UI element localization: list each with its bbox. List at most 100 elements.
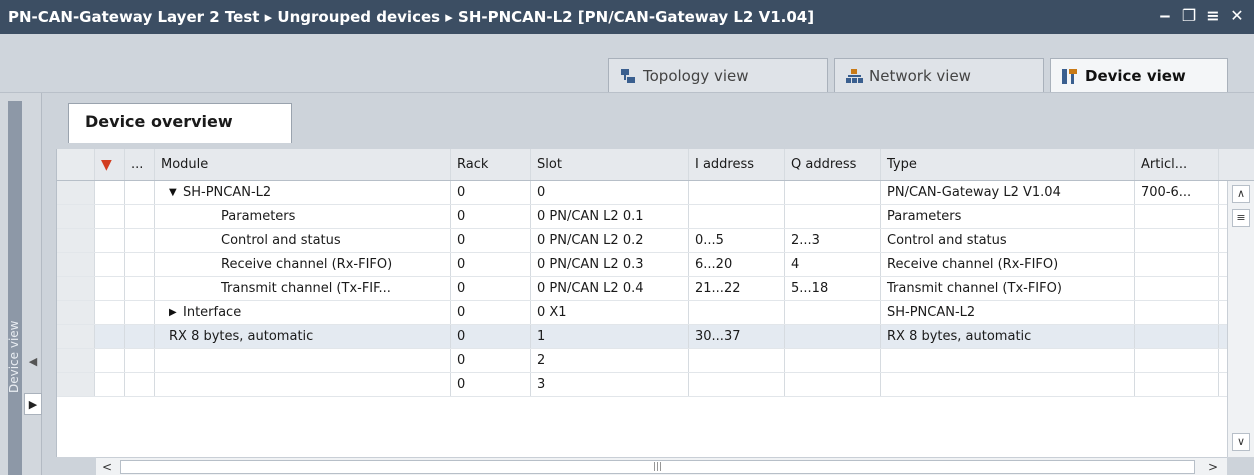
row-status bbox=[95, 253, 125, 276]
row-select bbox=[57, 349, 95, 372]
table-row[interactable]: 03 bbox=[57, 373, 1254, 397]
wrench-icon[interactable]: ▼ bbox=[95, 149, 125, 180]
module-name: Interface bbox=[183, 305, 242, 320]
cell-i-address bbox=[689, 205, 785, 228]
cell-type: PN/CAN-Gateway L2 V1.04 bbox=[881, 181, 1135, 204]
scroll-left-button[interactable]: < bbox=[98, 459, 116, 475]
cell-i-address: 21...22 bbox=[689, 277, 785, 300]
cell-article bbox=[1135, 229, 1219, 252]
cell-article bbox=[1135, 325, 1219, 348]
cell-module[interactable]: Receive channel (Rx-FIFO) bbox=[155, 253, 451, 276]
cell-module[interactable]: Transmit channel (Tx-FIF... bbox=[155, 277, 451, 300]
cell-module[interactable]: ▶ Interface bbox=[155, 301, 451, 324]
cell-module[interactable]: ▼ SH-PNCAN-L2 bbox=[155, 181, 451, 204]
scroll-right-button[interactable]: > bbox=[1204, 459, 1222, 475]
module-name: Transmit channel (Tx-FIF... bbox=[221, 281, 391, 296]
row-select bbox=[57, 301, 95, 324]
row-extra bbox=[125, 205, 155, 228]
row-status bbox=[95, 373, 125, 396]
cell-slot: 0 PN/CAN L2 0.4 bbox=[531, 277, 689, 300]
horizontal-scroll-thumb[interactable]: ||| bbox=[120, 460, 1195, 474]
cell-article bbox=[1135, 277, 1219, 300]
cell-q-address bbox=[785, 325, 881, 348]
cell-type: Control and status bbox=[881, 229, 1135, 252]
cell-i-address bbox=[689, 349, 785, 372]
table-row[interactable]: RX 8 bytes, automatic 0 1 30...37 RX 8 bytes… bbox=[57, 325, 1254, 349]
row-status bbox=[95, 205, 125, 228]
table-row[interactable]: Parameters 0 0 PN/CAN L2 0.1 Parameters bbox=[57, 205, 1254, 229]
tab-topology-label: Topology view bbox=[643, 66, 749, 85]
cell-module[interactable]: RX 8 bytes, automatic bbox=[155, 325, 451, 348]
tab-topology-view[interactable]: Topology view bbox=[608, 58, 828, 92]
row-status bbox=[95, 325, 125, 348]
header-more[interactable]: ... bbox=[125, 149, 155, 180]
device-view-strip[interactable] bbox=[8, 101, 22, 475]
table-row[interactable]: ▶ Interface 0 0 X1 SH-PNCAN-L2 bbox=[57, 301, 1254, 325]
header-i-address[interactable]: I address bbox=[689, 149, 785, 180]
tab-device-label: Device view bbox=[1085, 66, 1186, 85]
header-q-address[interactable]: Q address bbox=[785, 149, 881, 180]
row-status bbox=[95, 277, 125, 300]
close-button[interactable]: ✕ bbox=[1228, 6, 1246, 26]
row-status bbox=[95, 229, 125, 252]
vertical-scrollbar[interactable]: ∧ ≡ ∨ bbox=[1227, 181, 1254, 457]
tab-device-overview[interactable]: Device overview bbox=[68, 103, 292, 143]
cell-i-address bbox=[689, 373, 785, 396]
cell-article bbox=[1135, 301, 1219, 324]
header-type[interactable]: Type bbox=[881, 149, 1135, 180]
tab-network-label: Network view bbox=[869, 66, 971, 85]
tab-network-view[interactable]: Network view bbox=[834, 58, 1044, 92]
row-select bbox=[57, 253, 95, 276]
menu-button[interactable]: ≡ bbox=[1204, 6, 1222, 26]
table-row[interactable]: ▼ SH-PNCAN-L2 0 0 PN/CAN-Gateway L2 V1.04 700… bbox=[57, 181, 1254, 205]
row-status bbox=[95, 301, 125, 324]
cell-type: Parameters bbox=[881, 205, 1135, 228]
cell-module[interactable] bbox=[155, 373, 451, 396]
scroll-grip-icon[interactable]: ≡ bbox=[1232, 209, 1250, 227]
cell-type: SH-PNCAN-L2 bbox=[881, 301, 1135, 324]
module-name: SH-PNCAN-L2 bbox=[183, 185, 272, 200]
row-extra bbox=[125, 373, 155, 396]
cell-module[interactable]: Parameters bbox=[155, 205, 451, 228]
module-name: Parameters bbox=[221, 209, 296, 224]
cell-rack: 0 bbox=[451, 253, 531, 276]
header-module[interactable]: Module bbox=[155, 149, 451, 180]
row-extra bbox=[125, 253, 155, 276]
row-select bbox=[57, 277, 95, 300]
restore-button[interactable]: ❐ bbox=[1180, 6, 1198, 26]
module-name: Control and status bbox=[221, 233, 341, 248]
header-slot[interactable]: Slot bbox=[531, 149, 689, 180]
cell-slot: 0 PN/CAN L2 0.1 bbox=[531, 205, 689, 228]
expand-icon[interactable]: ▶ bbox=[169, 307, 183, 318]
table-row[interactable]: Transmit channel (Tx-FIF... 0 0 PN/CAN L2 … bbox=[57, 277, 1254, 301]
cell-type: Receive channel (Rx-FIFO) bbox=[881, 253, 1135, 276]
tab-device-view[interactable]: Device view bbox=[1050, 58, 1228, 92]
expand-arrow-icon[interactable]: ▶ bbox=[24, 393, 42, 415]
cell-module[interactable] bbox=[155, 349, 451, 372]
cell-q-address bbox=[785, 373, 881, 396]
module-name: RX 8 bytes, automatic bbox=[169, 329, 314, 344]
scroll-up-button[interactable]: ∧ bbox=[1232, 185, 1250, 203]
collapse-icon[interactable]: ▼ bbox=[169, 187, 183, 198]
cell-type bbox=[881, 349, 1135, 372]
horizontal-scrollbar[interactable]: < ||| > bbox=[96, 457, 1227, 475]
table-row[interactable]: Receive channel (Rx-FIFO) 0 0 PN/CAN L2 0.… bbox=[57, 253, 1254, 277]
cell-q-address bbox=[785, 349, 881, 372]
scroll-down-button[interactable]: ∨ bbox=[1232, 433, 1250, 451]
cell-i-address: 30...37 bbox=[689, 325, 785, 348]
row-extra bbox=[125, 349, 155, 372]
cell-article bbox=[1135, 349, 1219, 372]
cell-module[interactable]: Control and status bbox=[155, 229, 451, 252]
row-extra bbox=[125, 229, 155, 252]
cell-slot: 0 X1 bbox=[531, 301, 689, 324]
header-article[interactable]: Articl... bbox=[1135, 149, 1219, 180]
cell-article bbox=[1135, 253, 1219, 276]
minimize-button[interactable]: ‒ bbox=[1156, 6, 1174, 26]
cell-q-address: 2...3 bbox=[785, 229, 881, 252]
collapse-arrow-icon[interactable]: ◀ bbox=[24, 351, 42, 373]
table-row[interactable]: 02 bbox=[57, 349, 1254, 373]
header-rack[interactable]: Rack bbox=[451, 149, 531, 180]
window-title: PN-CAN-Gateway Layer 2 Test ▸ Ungrouped … bbox=[8, 8, 815, 26]
row-status bbox=[95, 349, 125, 372]
table-row[interactable]: Control and status 0 0 PN/CAN L2 0.2 0...5 2… bbox=[57, 229, 1254, 253]
